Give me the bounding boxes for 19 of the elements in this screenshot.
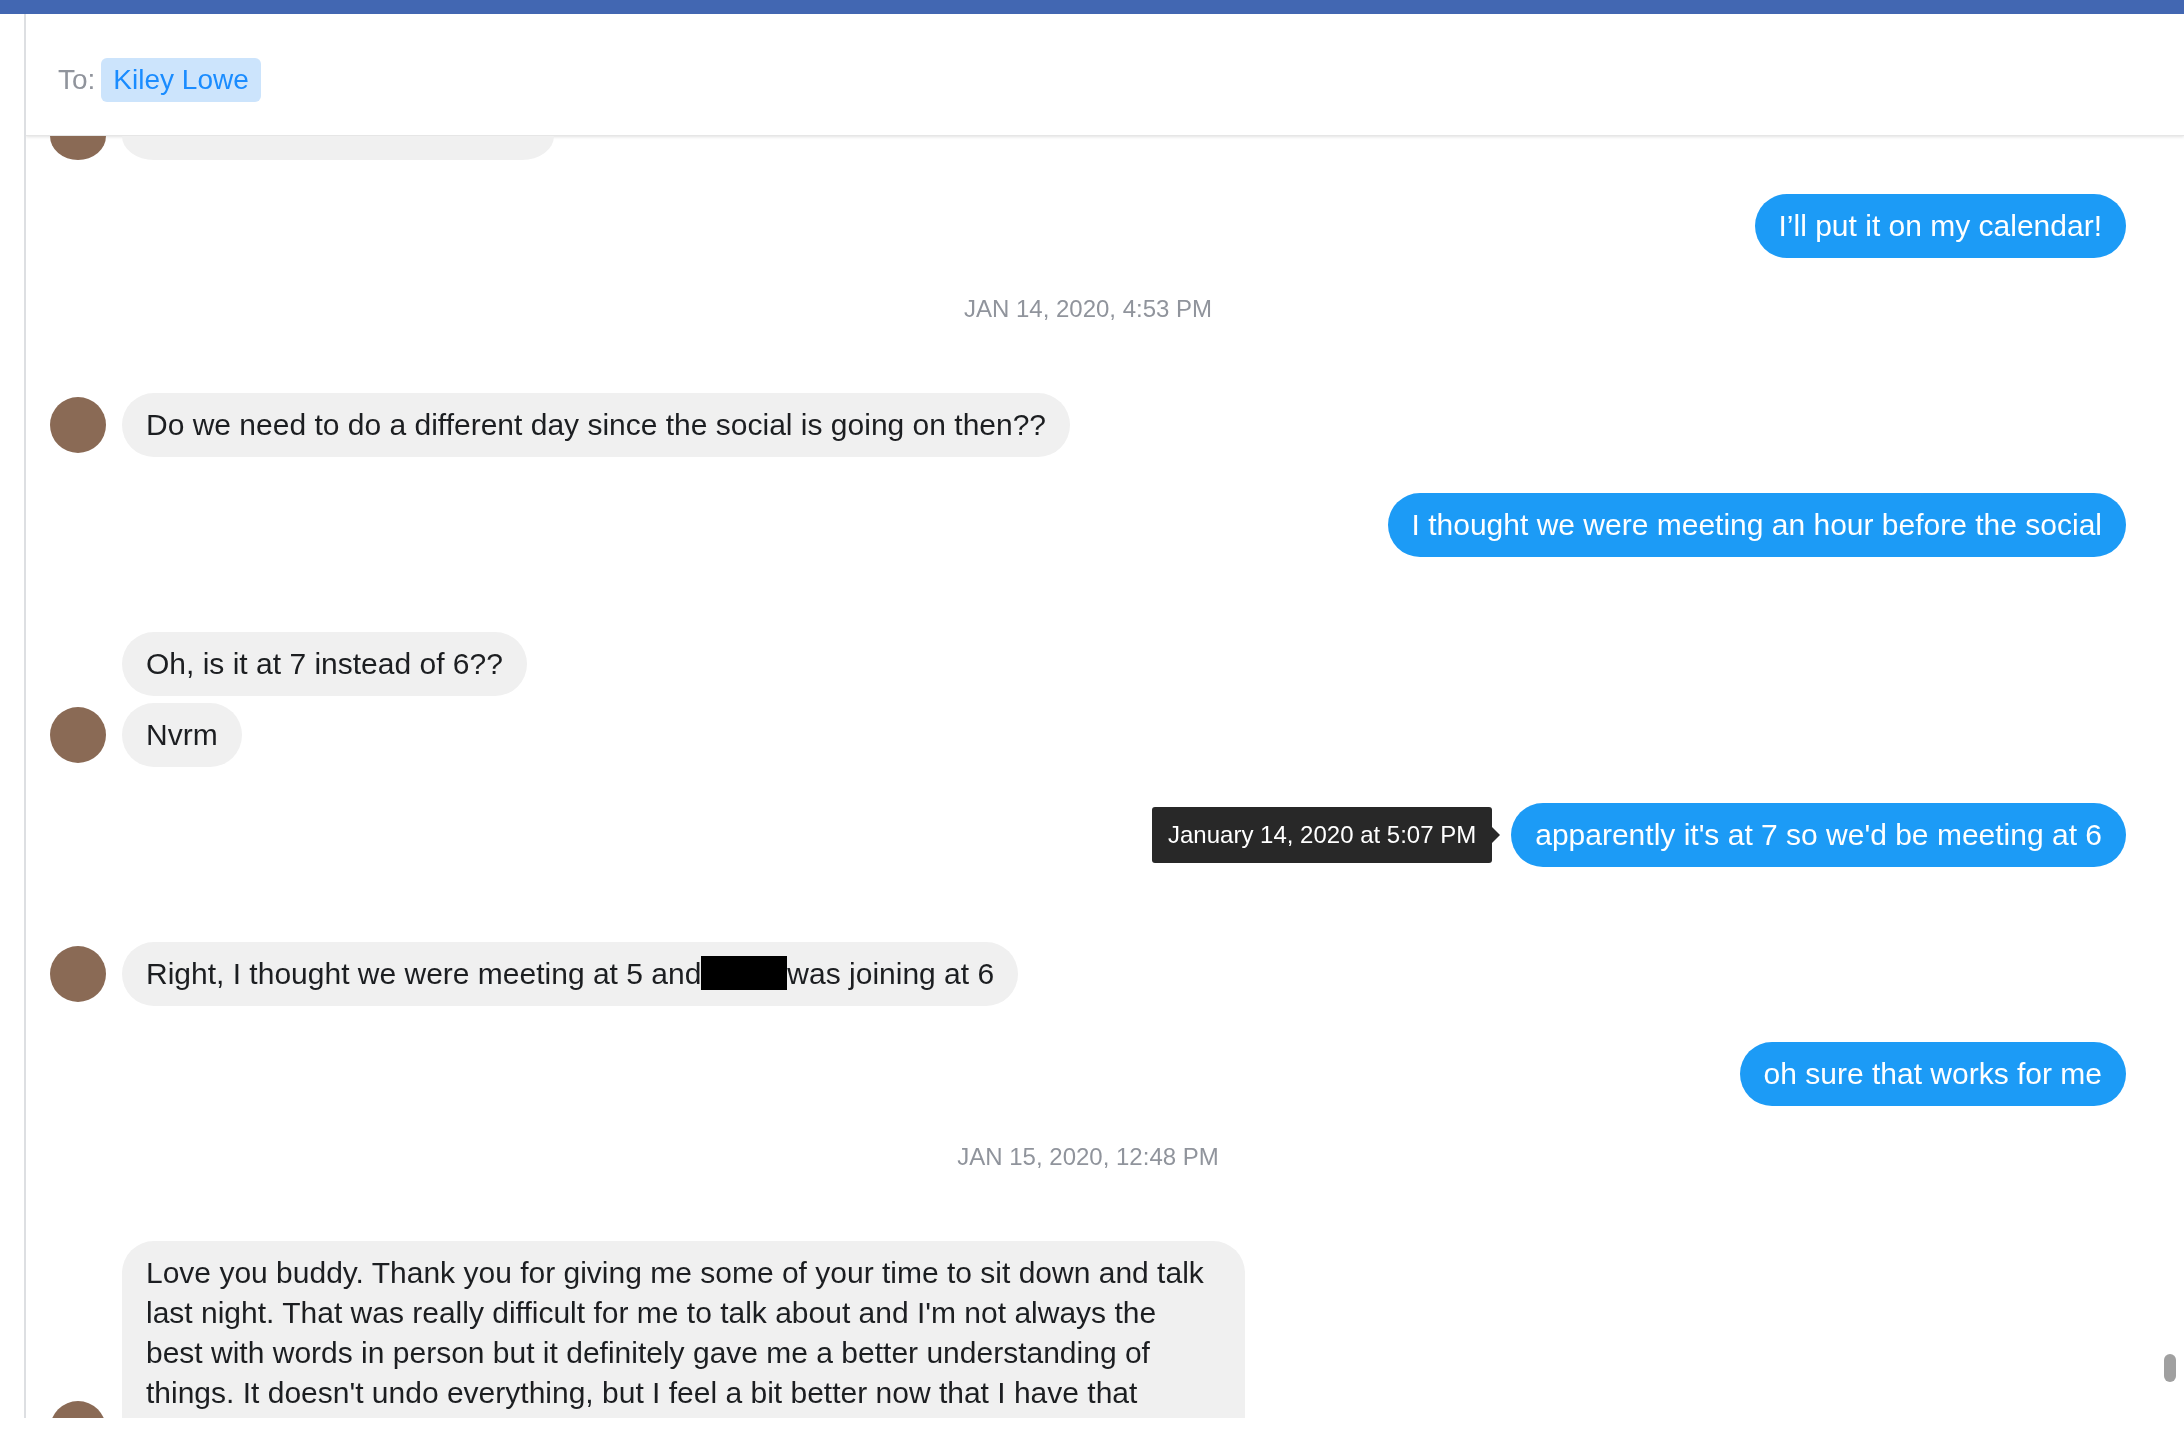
sent-message: oh sure that works for me: [1739, 1042, 2126, 1106]
date-separator: JAN 14, 2020, 4:53 PM: [962, 295, 1214, 323]
avatar[interactable]: [50, 707, 106, 763]
received-message: Right, I thought we were meeting at 5 and was joining at 6: [122, 942, 1019, 1006]
date-separator: JAN 15, 2020, 12:48 PM: [956, 1143, 1220, 1171]
recipient-chip[interactable]: Kiley Lowe: [101, 57, 261, 102]
sent-message: I thought we were meeting an hour before the social: [1387, 493, 2126, 557]
received-message: Do we need to do a different day since the social is going on then??: [122, 393, 1071, 457]
received-message: Love you buddy. Thank you for giving me some of your time to sit down and talk last night. That was really difficult for me to talk about and I'm not always the best with words in person but it definitely gave me a better understanding of things. It doesn't undo everything, but I feel a bit better now that I have that: [122, 1241, 1245, 1418]
avatar[interactable]: [50, 946, 106, 1002]
sent-message: I’ll put it on my calendar!: [1754, 194, 2126, 258]
to-label: To:: [58, 63, 96, 96]
received-message: Nvrm: [122, 703, 242, 767]
tooltip-pointer: [1492, 827, 1501, 843]
sent-message: apparently it's at 7 so we'd be meeting at 6: [1511, 803, 2126, 867]
received-message: Oh, is it at 7 instead of 6??: [122, 632, 527, 696]
avatar[interactable]: [50, 397, 106, 453]
timestamp-tooltip: January 14, 2020 at 5:07 PM: [1152, 807, 1493, 863]
scrollbar-thumb[interactable]: [2164, 1354, 2176, 1382]
